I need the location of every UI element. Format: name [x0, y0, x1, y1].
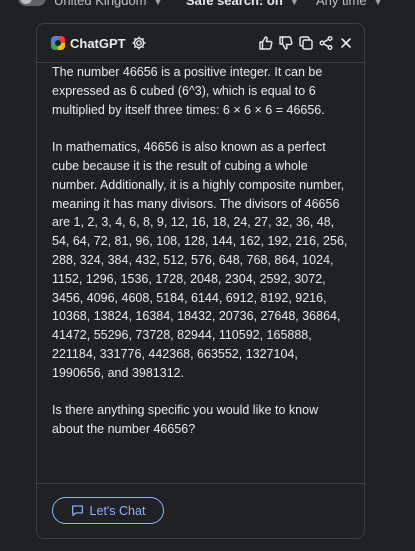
lets-chat-label: Let's Chat	[89, 503, 146, 518]
chevron-down-icon: ▼	[289, 0, 299, 7]
brand-name: ChatGPT	[70, 35, 126, 51]
close-icon[interactable]	[338, 35, 354, 51]
chatgpt-answer-card: ChatGPT The number 46656 is a positive i…	[36, 23, 365, 539]
safe-search-filter[interactable]: Safe search: on ▼	[186, 0, 299, 8]
thumbs-down-icon[interactable]	[278, 35, 294, 51]
share-icon[interactable]	[318, 35, 334, 51]
time-filter-label: Any time	[316, 0, 367, 8]
safe-search-label: Safe search: on	[186, 0, 283, 8]
answer-paragraph: The number 46656 is a positive integer. …	[52, 65, 325, 117]
chat-bubble-icon	[71, 505, 83, 516]
card-actions	[258, 35, 354, 51]
chevron-down-icon: ▼	[373, 0, 383, 7]
region-filter-label: United Kingdom	[54, 0, 147, 8]
search-filters-bar: United Kingdom ▼ Safe search: on ▼ Any tim…	[0, 0, 415, 16]
answer-paragraph: Is there anything specific you would lik…	[52, 403, 319, 437]
thumbs-up-icon[interactable]	[258, 35, 274, 51]
lets-chat-button[interactable]: Let's Chat	[52, 497, 164, 524]
brand: ChatGPT	[51, 35, 147, 51]
answer-paragraph: In mathematics, 46656 is also known as a…	[52, 140, 348, 380]
region-filter[interactable]: United Kingdom ▼	[54, 0, 162, 8]
answer-body: The number 46656 is a positive integer. …	[52, 63, 352, 439]
card-header: ChatGPT	[37, 24, 364, 62]
toggle-switch[interactable]	[18, 0, 46, 6]
settings-icon[interactable]	[131, 35, 147, 51]
footer-divider	[37, 483, 364, 484]
time-filter[interactable]: Any time ▼	[316, 0, 383, 8]
chatgpt-logo-icon	[51, 36, 65, 50]
copy-icon[interactable]	[298, 35, 314, 51]
chevron-down-icon: ▼	[153, 0, 163, 7]
